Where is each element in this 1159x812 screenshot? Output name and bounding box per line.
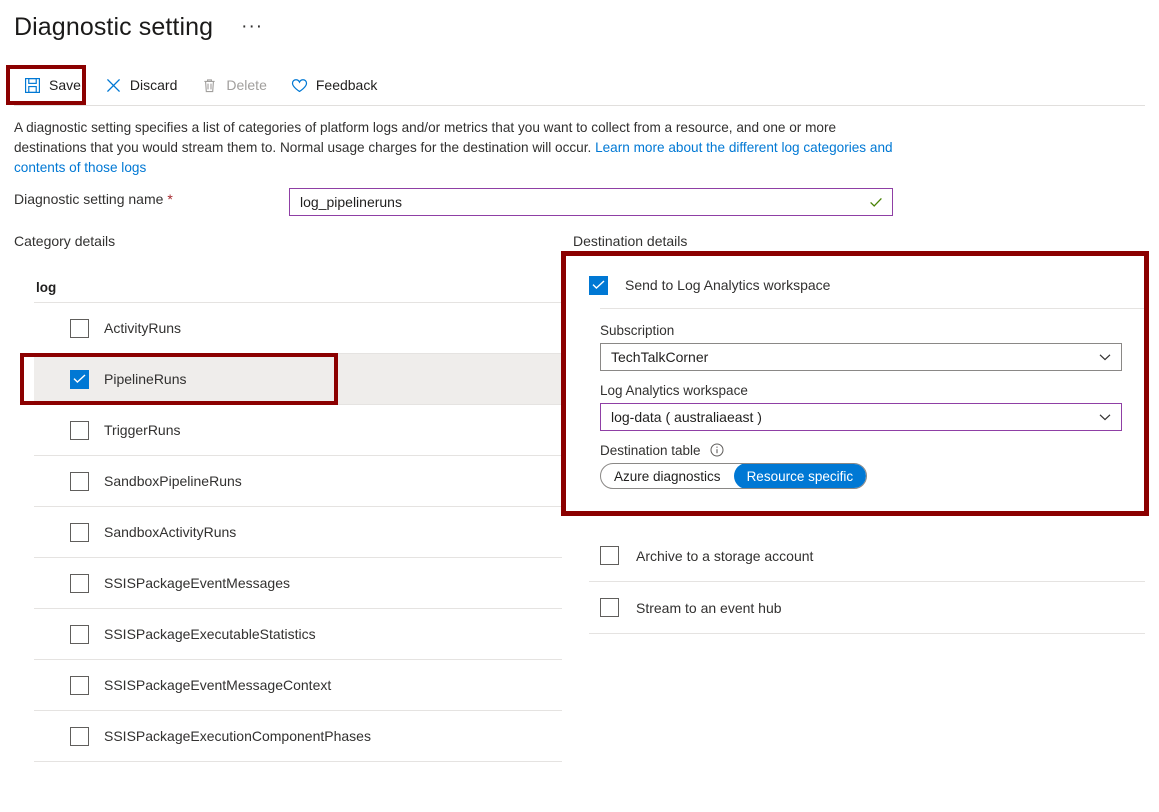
- category-row-activityruns[interactable]: ActivityRuns: [34, 302, 562, 353]
- subscription-value: TechTalkCorner: [611, 349, 709, 365]
- checkbox-sandboxpipelineruns[interactable]: [70, 471, 89, 491]
- name-label-text: Diagnostic setting name: [14, 191, 164, 207]
- subscription-dropdown[interactable]: TechTalkCorner: [600, 343, 1122, 371]
- category-label-ssispackageexecutioncomponentphases: SSISPackageExecutionComponentPhases: [104, 728, 371, 744]
- category-label-ssispackageeventmessages: SSISPackageEventMessages: [104, 575, 290, 591]
- category-row-triggerruns[interactable]: TriggerRuns: [34, 404, 562, 455]
- feedback-icon: [291, 77, 308, 94]
- destination-table-label-text: Destination table: [600, 443, 701, 458]
- info-icon[interactable]: [710, 443, 724, 457]
- checkbox-send-to-log-analytics[interactable]: [589, 275, 608, 295]
- checkbox-ssispackageexecutioncomponentphases[interactable]: [70, 726, 89, 746]
- delete-button: Delete: [193, 71, 276, 100]
- checkbox-pipelineruns[interactable]: [70, 369, 89, 389]
- valid-check-icon: [868, 194, 884, 210]
- category-row-ssispackageexecutablestatistics[interactable]: SSISPackageExecutableStatistics: [34, 608, 562, 659]
- discard-button[interactable]: Discard: [97, 71, 187, 100]
- archive-to-storage-label: Archive to a storage account: [636, 547, 814, 564]
- workspace-field-block: Log Analytics workspace log-data ( austr…: [589, 383, 1145, 431]
- page-title: Diagnostic setting: [14, 12, 214, 41]
- diagnostic-setting-name-label: Diagnostic setting name *: [14, 191, 173, 207]
- category-label-activityruns: ActivityRuns: [104, 320, 182, 336]
- workspace-value: log-data ( australiaeast ): [611, 409, 762, 425]
- destination-table-option-azure-diagnostics[interactable]: Azure diagnostics: [601, 464, 734, 488]
- command-bar: Save Discard Delete Feedback: [0, 64, 1159, 106]
- category-details-panel: log ActivityRuns PipelineRuns TriggerRun…: [34, 272, 562, 812]
- category-group-header: log: [36, 279, 57, 295]
- save-button-label: Save: [49, 77, 81, 93]
- save-icon: [24, 77, 41, 94]
- category-label-pipelineruns: PipelineRuns: [104, 371, 187, 387]
- destination-details-panel: Send to Log Analytics workspace Subscrip…: [589, 266, 1145, 634]
- category-label-triggerruns: TriggerRuns: [104, 422, 181, 438]
- category-label-sandboxpipelineruns: SandboxPipelineRuns: [104, 473, 242, 489]
- checkbox-archive-to-storage[interactable]: [600, 546, 619, 565]
- checkbox-ssispackageexecutablestatistics[interactable]: [70, 624, 89, 644]
- discard-icon: [105, 77, 122, 94]
- workspace-label: Log Analytics workspace: [600, 383, 748, 398]
- send-to-log-analytics-label: Send to Log Analytics workspace: [625, 277, 831, 293]
- diagnostic-setting-name-input[interactable]: [298, 189, 868, 215]
- chevron-down-icon: [1098, 410, 1112, 424]
- discard-button-label: Discard: [129, 77, 178, 93]
- subscription-field-block: Subscription TechTalkCorner: [589, 323, 1145, 371]
- log-analytics-destination-group: Send to Log Analytics workspace Subscrip…: [589, 266, 1145, 515]
- category-label-sandboxactivityruns: SandboxActivityRuns: [104, 524, 237, 540]
- more-menu-button[interactable]: ···: [235, 17, 269, 36]
- stream-to-event-hub-label: Stream to an event hub: [636, 599, 782, 616]
- divider: [600, 308, 1145, 309]
- diagnostic-setting-name-field[interactable]: [289, 188, 893, 216]
- category-row-sandboxpipelineruns[interactable]: SandboxPipelineRuns: [34, 455, 562, 506]
- chevron-down-icon: [1098, 350, 1112, 364]
- category-label-ssispackageexecutablestatistics: SSISPackageExecutableStatistics: [104, 626, 316, 642]
- subscription-label: Subscription: [600, 323, 675, 338]
- send-to-log-analytics-row[interactable]: Send to Log Analytics workspace: [589, 266, 1145, 304]
- checkbox-stream-to-event-hub[interactable]: [600, 598, 619, 617]
- checkbox-activityruns[interactable]: [70, 318, 89, 338]
- destination-details-label: Destination details: [573, 233, 688, 249]
- archive-to-storage-row[interactable]: Archive to a storage account: [589, 530, 1145, 582]
- delete-button-label: Delete: [226, 77, 267, 93]
- category-row-sandboxactivityruns[interactable]: SandboxActivityRuns: [34, 506, 562, 557]
- destination-table-label: Destination table: [600, 443, 1145, 458]
- log-analytics-workspace-dropdown[interactable]: log-data ( australiaeast ): [600, 403, 1122, 431]
- diagnostic-setting-name-row: Diagnostic setting name *: [14, 188, 1014, 218]
- feedback-button[interactable]: Feedback: [283, 71, 387, 100]
- checkbox-triggerruns[interactable]: [70, 420, 89, 440]
- category-row-partial[interactable]: [34, 761, 562, 812]
- category-label-ssispackageeventmessagecontext: SSISPackageEventMessageContext: [104, 677, 332, 693]
- checkbox-ssispackageeventmessagecontext[interactable]: [70, 675, 89, 695]
- destination-table-block: Destination table Azure diagnostics Reso…: [589, 443, 1145, 489]
- required-marker: *: [167, 191, 173, 207]
- category-details-label: Category details: [14, 233, 116, 249]
- title-bar: Diagnostic setting ···: [14, 4, 269, 50]
- category-row-pipelineruns[interactable]: PipelineRuns: [34, 353, 562, 404]
- stream-to-event-hub-row[interactable]: Stream to an event hub: [589, 582, 1145, 634]
- save-button[interactable]: Save: [16, 71, 91, 100]
- category-row-ssispackageexecutioncomponentphases[interactable]: SSISPackageExecutionComponentPhases: [34, 710, 562, 761]
- category-row-ssispackageeventmessagecontext[interactable]: SSISPackageEventMessageContext: [34, 659, 562, 710]
- checkbox-sandboxactivityruns[interactable]: [70, 522, 89, 542]
- feedback-button-label: Feedback: [315, 77, 378, 93]
- description-text: A diagnostic setting specifies a list of…: [14, 118, 894, 178]
- category-row-ssispackageeventmessages[interactable]: SSISPackageEventMessages: [34, 557, 562, 608]
- destination-table-toggle[interactable]: Azure diagnostics Resource specific: [600, 463, 868, 489]
- delete-icon: [201, 77, 218, 94]
- destination-table-option-resource-specific[interactable]: Resource specific: [733, 464, 867, 488]
- checkbox-ssispackageeventmessages[interactable]: [70, 573, 89, 593]
- other-destinations-group: Archive to a storage account Stream to a…: [589, 530, 1145, 634]
